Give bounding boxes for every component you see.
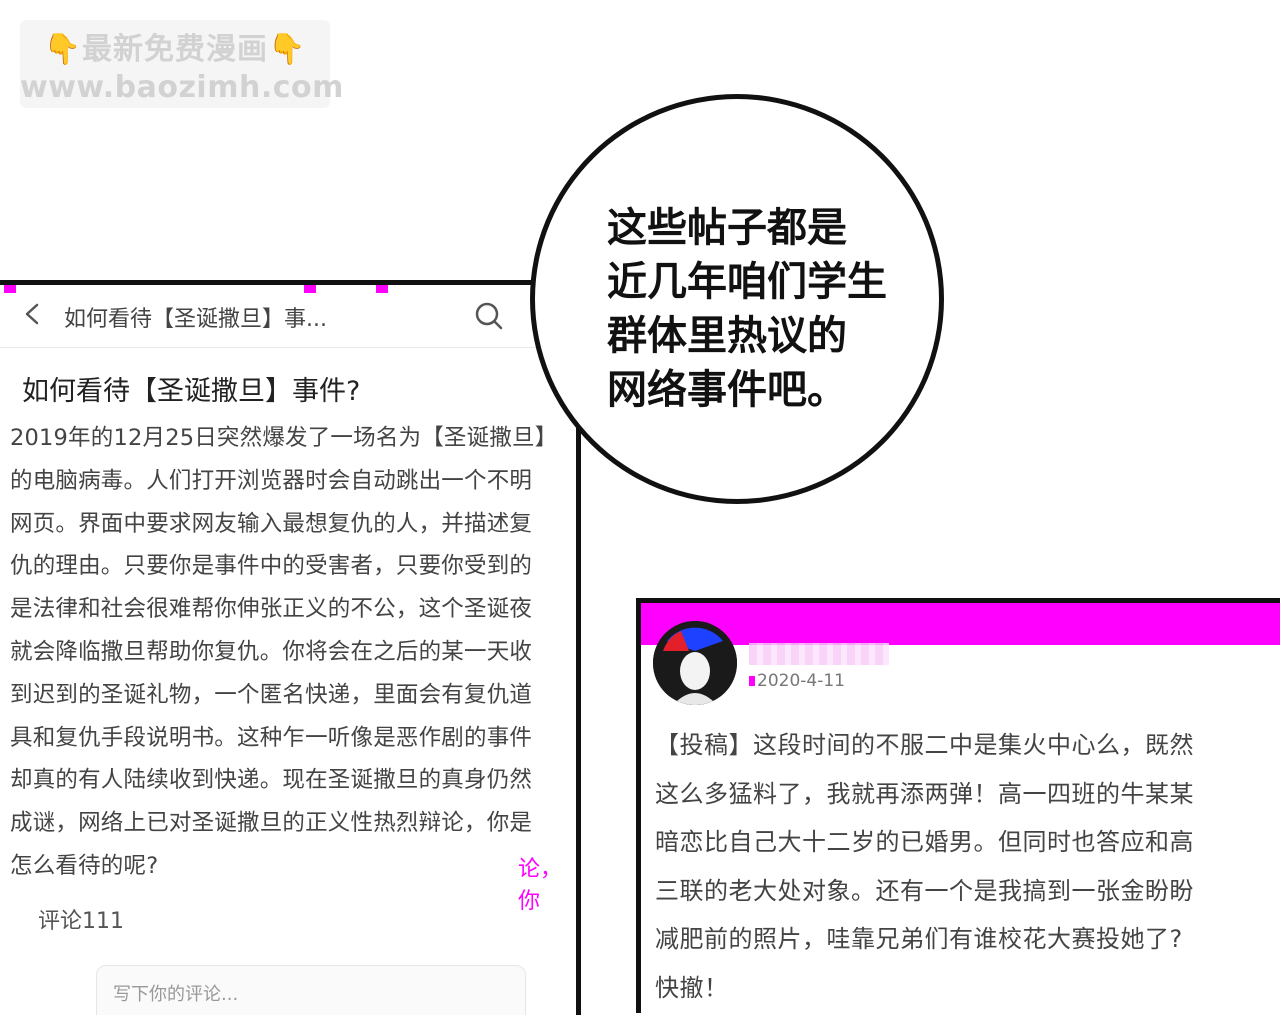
post-body-line: 就会降临撒旦帮助你复仇。你将会在之后的某一天收 <box>10 638 533 665</box>
post-body: 2019年的12月25日突然爆发了一场名为【圣诞撒旦】 的电脑病毒。人们打开浏览… <box>10 417 576 888</box>
forum-post-panel: 如何看待【圣诞撒旦】事... 如何看待【圣诞撒旦】事件? 2019年的12月25… <box>0 280 581 1015</box>
post-body-line: 的电脑病毒。人们打开浏览器时会自动跳出一个不明 <box>10 467 533 494</box>
topbar-title: 如何看待【圣诞撒旦】事... <box>64 307 327 332</box>
speech-line: 近几年咱们学生 <box>607 259 887 305</box>
submission-line: 三联的老大处对象。还有一个是我搞到一张金盼盼 <box>655 876 1194 905</box>
avatar-image <box>653 621 737 705</box>
pointing-down-icon: 👇 <box>268 32 307 67</box>
submission-line: 暗恋比自己大十二岁的已婚男。但同时也答应和高 <box>655 828 1194 856</box>
speech-line: 网络事件吧。 <box>607 367 847 413</box>
watermark-url: www.baozimh.com <box>20 70 344 105</box>
submission-line: 快撤！ <box>655 973 729 1002</box>
submission-line: 减肥前的照片，哇靠兄弟们有谁校花大赛投她了? <box>655 925 1183 953</box>
post-date: 2020-4-11 <box>749 671 845 691</box>
submission-post-panel: 2020-4-11 【投稿】这段时间的不服二中是集火中心么，既然 这么多猛料了，… <box>636 598 1280 1013</box>
speech-line: 群体里热议的 <box>607 313 847 359</box>
post-body-line: 却真的有人陆续收到快递。现在圣诞撒旦的真身仍然 <box>10 767 533 794</box>
watermark-line1: 👇最新免费漫画👇 <box>20 30 330 70</box>
glitch-bar <box>641 603 1280 645</box>
submission-body: 【投稿】这段时间的不服二中是集火中心么，既然 这么多猛料了，我就再添两弹！高一四… <box>655 721 1280 1012</box>
post-body-line: 2019年的12月25日突然爆发了一场名为【圣诞撒旦】 <box>10 425 558 451</box>
post-body-line: 仇的理由。只要你是事件中的受害者，只要你受到的 <box>10 553 533 580</box>
speech-bubble: 这些帖子都是 近几年咱们学生 群体里热议的 网络事件吧。 <box>530 94 944 504</box>
watermark-text: 最新免费漫画 <box>82 32 268 67</box>
speech-line: 这些帖子都是 <box>607 205 847 251</box>
glitch-text: 论，你 <box>518 857 563 914</box>
submission-line: 【投稿】这段时间的不服二中是集火中心么，既然 <box>655 731 1194 759</box>
pointing-down-icon: 👇 <box>43 32 82 67</box>
username-blurred <box>749 643 889 665</box>
post-title: 如何看待【圣诞撒旦】事件? <box>22 376 361 407</box>
submission-line: 这么多猛料了，我就再添两弹！高一四班的牛某某 <box>655 779 1194 808</box>
post-body-line: 怎么看待的呢? <box>10 852 159 879</box>
post-date-text: 2020-4-11 <box>757 671 845 691</box>
app-topbar: 如何看待【圣诞撒旦】事... <box>0 285 576 348</box>
post-body-line: 网页。界面中要求网友输入最想复仇的人，并描述复 <box>10 510 533 537</box>
speech-bubble-text: 这些帖子都是 近几年咱们学生 群体里热议的 网络事件吧。 <box>607 201 887 417</box>
glitch-mark <box>749 676 755 686</box>
comment-input[interactable]: 写下你的评论... <box>96 965 526 1015</box>
search-icon[interactable] <box>474 301 504 331</box>
watermark: 👇最新免费漫画👇 www.baozimh.com <box>20 20 344 108</box>
post-body-line: 到迟到的圣诞礼物，一个匿名快递，里面会有复仇道 <box>10 681 533 708</box>
back-arrow-icon[interactable] <box>22 303 44 325</box>
post-body-line: 具和复仇手段说明书。这种乍一听像是恶作剧的事件 <box>10 724 533 751</box>
post-body-line: 成谜，网络上已对圣诞撒旦的正义性热烈辩论，你是 <box>10 810 533 837</box>
comment-count[interactable]: 评论111 <box>38 903 124 935</box>
post-body-line: 是法律和社会很难帮你伸张正义的不公，这个圣诞夜 <box>10 596 533 623</box>
avatar[interactable] <box>653 621 737 705</box>
